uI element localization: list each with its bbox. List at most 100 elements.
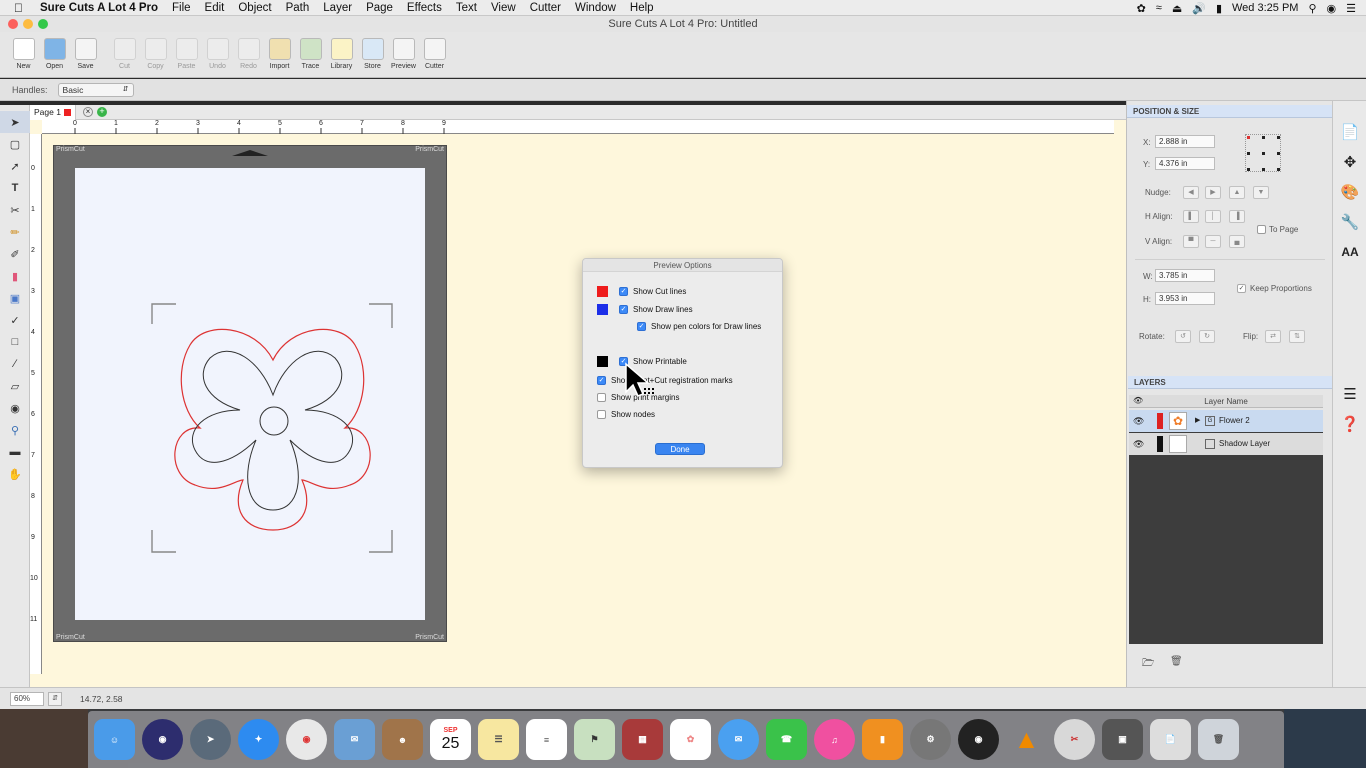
save-button[interactable]: Save: [70, 32, 101, 78]
flip-horizontal-icon[interactable]: ⇄: [1265, 330, 1281, 343]
minimize-window-icon[interactable]: [23, 19, 33, 29]
eraser-tool-icon[interactable]: ▮: [0, 265, 30, 287]
vlc-icon[interactable]: ▲: [1006, 719, 1047, 760]
align-center-v-icon[interactable]: ─: [1205, 235, 1221, 248]
hand-tool-icon[interactable]: ✋: [0, 463, 30, 485]
facetime-icon[interactable]: ☎: [766, 719, 807, 760]
finder-icon[interactable]: ☺: [94, 719, 135, 760]
trace-button[interactable]: Trace: [295, 32, 326, 78]
nudge-down-icon[interactable]: ▼: [1253, 186, 1269, 199]
nudge-left-icon[interactable]: ◀: [1183, 186, 1199, 199]
import-button[interactable]: Import: [264, 32, 295, 78]
layer-name-column-header[interactable]: Layer Name: [1129, 395, 1323, 408]
to-page-checkbox[interactable]: [1257, 225, 1266, 234]
layer-color-swatch[interactable]: [1157, 436, 1163, 452]
text-tool-icon[interactable]: T: [0, 177, 30, 199]
path-tool-icon[interactable]: ▱: [0, 375, 30, 397]
rotate-left-icon[interactable]: ↺: [1175, 330, 1191, 343]
redo-button[interactable]: Redo: [233, 32, 264, 78]
maps-icon[interactable]: ⚑: [574, 719, 615, 760]
rotate-right-icon[interactable]: ↻: [1199, 330, 1215, 343]
paste-button[interactable]: Paste: [171, 32, 202, 78]
show-draw-lines-option[interactable]: ✓ Show Draw lines: [619, 305, 693, 314]
menu-edit[interactable]: Edit: [205, 2, 225, 14]
menu-cutter[interactable]: Cutter: [530, 2, 561, 14]
y-input[interactable]: 4.376 in: [1155, 157, 1215, 170]
menu-file[interactable]: File: [172, 2, 191, 14]
cutter-button[interactable]: Cutter: [419, 32, 450, 78]
new-button[interactable]: New: [8, 32, 39, 78]
done-button[interactable]: Done: [655, 443, 705, 455]
wrench-icon[interactable]: 🔧: [1333, 207, 1366, 237]
show-cut-lines-checkbox[interactable]: ✓: [619, 287, 628, 296]
show-print-margins-checkbox[interactable]: [597, 393, 606, 402]
zoom-tool-icon[interactable]: ⚲: [0, 419, 30, 441]
align-center-h-icon[interactable]: │: [1205, 210, 1221, 223]
flip-vertical-icon[interactable]: ⇅: [1289, 330, 1305, 343]
measure-tool-icon[interactable]: ▬: [0, 441, 30, 463]
pencil-tool-icon[interactable]: ✏: [0, 221, 30, 243]
knife-tool-icon[interactable]: ∕: [0, 353, 30, 375]
menu-layer[interactable]: Layer: [323, 2, 352, 14]
spotlight-icon[interactable]: ⚲: [1308, 2, 1316, 15]
show-draw-lines-checkbox[interactable]: ✓: [619, 305, 628, 314]
nudge-up-icon[interactable]: ▲: [1229, 186, 1245, 199]
eye-icon[interactable]: 👁: [1133, 410, 1144, 432]
menu-path[interactable]: Path: [286, 2, 310, 14]
disclosure-triangle-icon[interactable]: ▶: [1195, 410, 1200, 432]
store-button[interactable]: Store: [357, 32, 388, 78]
menu-page[interactable]: Page: [366, 2, 393, 14]
photos-icon[interactable]: ✿: [670, 719, 711, 760]
obs-icon[interactable]: ◉: [958, 719, 999, 760]
palette-icon[interactable]: 🎨: [1333, 177, 1366, 207]
zoom-window-icon[interactable]: [38, 19, 48, 29]
open-button[interactable]: Open: [39, 32, 70, 78]
chrome-icon[interactable]: ◉: [286, 719, 327, 760]
library-button[interactable]: Library: [326, 32, 357, 78]
eject-icon[interactable]: ⏏: [1172, 2, 1182, 15]
page-tab-1[interactable]: Page 1: [30, 104, 76, 120]
brush-tool-icon[interactable]: ✐: [0, 243, 30, 265]
align-top-icon[interactable]: ▀: [1183, 235, 1199, 248]
trash-icon[interactable]: 🗑: [1198, 719, 1239, 760]
layer-color-swatch[interactable]: [1157, 413, 1163, 429]
cut-button[interactable]: Cut: [109, 32, 140, 78]
node-edit-tool-icon[interactable]: ➚: [0, 155, 30, 177]
rectangle-tool-icon[interactable]: □: [0, 331, 30, 353]
height-input[interactable]: 3.953 in: [1155, 292, 1215, 305]
layer-row[interactable]: 👁 Shadow Layer: [1129, 433, 1323, 455]
bluetooth-icon[interactable]: ✿: [1137, 2, 1146, 15]
menu-text[interactable]: Text: [456, 2, 477, 14]
undo-button[interactable]: Undo: [202, 32, 233, 78]
layers-list[interactable]: [1129, 432, 1323, 644]
add-page-icon[interactable]: +: [96, 107, 107, 117]
calendar-icon[interactable]: SEP 25: [430, 719, 471, 760]
align-right-icon[interactable]: ▐: [1229, 210, 1245, 223]
notes-icon[interactable]: ☰: [478, 719, 519, 760]
photo-booth-icon[interactable]: ▦: [622, 719, 663, 760]
preview-button[interactable]: Preview: [388, 32, 419, 78]
wifi-icon[interactable]: ≈: [1156, 2, 1162, 14]
help-icon[interactable]: ❓: [1333, 409, 1366, 439]
group-select-tool-icon[interactable]: ▢: [0, 133, 30, 155]
align-bottom-icon[interactable]: ▄: [1229, 235, 1245, 248]
app-menu[interactable]: Sure Cuts A Lot 4 Pro: [40, 2, 158, 14]
menu-help[interactable]: Help: [630, 2, 654, 14]
weld-tool-icon[interactable]: ◉: [0, 397, 30, 419]
system-preferences-icon[interactable]: ⚙: [910, 719, 951, 760]
zoom-field[interactable]: 60%: [10, 691, 44, 706]
ibooks-icon[interactable]: ▮: [862, 719, 903, 760]
reminders-icon[interactable]: ≡: [526, 719, 567, 760]
messages-icon[interactable]: ✉: [718, 719, 759, 760]
copy-button[interactable]: Copy: [140, 32, 171, 78]
siri-icon[interactable]: ◉: [1327, 2, 1337, 15]
downloads-icon[interactable]: 📄: [1150, 719, 1191, 760]
eye-icon[interactable]: 👁: [1133, 433, 1144, 455]
mail-stamp-icon[interactable]: ✉: [334, 719, 375, 760]
sure-cuts-a-lot-icon[interactable]: ✂: [1054, 719, 1095, 760]
battery-icon[interactable]: ▮: [1216, 2, 1222, 15]
align-left-icon[interactable]: ▌: [1183, 210, 1199, 223]
flower-artwork[interactable]: [140, 300, 410, 560]
safari-icon[interactable]: ✦: [238, 719, 279, 760]
notification-center-icon[interactable]: ☰: [1346, 2, 1356, 15]
